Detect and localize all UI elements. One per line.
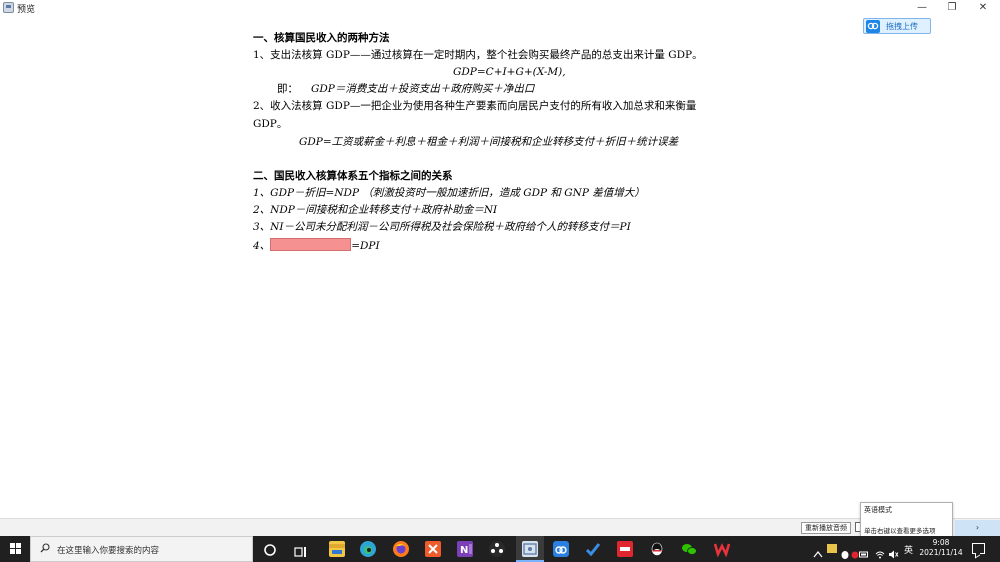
volume-icon[interactable] [889,544,899,559]
title-bar: 预览 — ❐ ✕ [0,0,1000,15]
relation-1: 1、GDP－折旧=NDP （刺激投资时一般加速折旧，造成 GDP 和 GNP 差… [253,187,645,199]
qq-icon[interactable] [649,541,665,557]
taskbar-search-box[interactable]: 在这里输入你要搜索的内容 [30,536,253,562]
item-income-method-cont: GDP。 [253,118,288,130]
wechat-icon[interactable] [681,541,697,557]
window-title: 预览 [17,5,36,15]
file-explorer-icon[interactable] [329,541,345,557]
clock-date: 2021/11/14 [919,548,963,557]
baidu-netdisk-icon[interactable] [553,541,569,557]
close-button[interactable]: ✕ [966,0,1000,15]
network-icon[interactable] [875,544,885,559]
upload-label: 拖拽上传 [886,22,918,31]
item-expenditure-method: 1、支出法核算 GDP——通过核算在一定时期内，整个社会购买最终产品的总支出来计… [253,49,703,61]
heading-five-indicators: 二、国民收入核算体系五个指标之间的关系 [253,170,453,182]
edge-icon[interactable] [360,541,376,557]
clock-time: 9:08 [932,538,950,547]
todo-icon[interactable] [585,541,601,557]
relation-4-prefix: 4、 [253,240,271,252]
relation-2: 2、NDP－间接税和企业转移支付＋政府补助金＝NI [253,204,498,216]
notification-icon[interactable] [972,543,985,554]
heading-income-methods: 一、核算国民收入的两种方法 [253,32,390,44]
next-button[interactable]: › [955,520,1000,536]
cloud-upload-icon [866,20,880,33]
firefox-icon[interactable] [393,541,409,557]
search-placeholder: 在这里输入你要搜索的内容 [57,546,160,556]
task-view-icon[interactable] [294,543,308,557]
answer-blank-box[interactable] [270,238,352,251]
relation-4: 4、 =DPI [253,238,380,253]
windows-start-icon[interactable] [10,543,22,555]
tray-qq-icon[interactable] [840,544,850,559]
formula-gdp-expenditure: GDP=C+I+G+(X-M), [453,66,566,78]
davinci-icon[interactable] [489,541,505,557]
drag-upload-button[interactable]: 拖拽上传 [863,18,931,34]
system-clock[interactable]: 9:08 2021/11/14 [918,538,964,558]
tray-app-icon[interactable] [827,544,837,553]
formula-prefix: 即： [277,83,298,95]
ime-mode-popup: 英语模式 单击右键以查看更多选项 [860,502,953,537]
preview-app-icon [3,2,14,13]
svg-text:N: N [460,545,468,556]
ime-hint-text: 单击右键以查看更多选项 [864,527,936,535]
taskbar: 在这里输入你要搜索的内容 N 英 9:08 2021/11/14 [0,536,1000,562]
formula-gdp-income: GDP=工资或薪金＋利息＋租金＋利润＋间接税和企业转移支付＋折旧＋统计误差 [299,136,679,148]
relation-3: 3、NI－公司未分配利润－公司所得税及社会保险税＋政府给个人的转移支付＝PI [253,221,631,233]
ime-mode-label: 英语模式 [864,506,892,514]
search-icon [40,543,50,553]
replay-audio-button[interactable]: 重新播放音频 [801,522,851,534]
battery-icon[interactable] [859,544,869,558]
relation-4-suffix: =DPI [351,240,380,252]
ime-language-indicator[interactable]: 英 [904,543,913,556]
xmind-icon[interactable] [425,541,441,557]
restore-button[interactable]: ❐ [935,0,969,15]
tray-chevron-icon[interactable] [813,544,823,558]
wps-icon[interactable] [713,541,731,558]
item-income-method: 2、收入法核算 GDP—一把企业为使用各种生产要素而向居民户支付的所有收入加总求… [253,100,697,112]
preview-app-taskbar-icon[interactable] [522,541,538,557]
cortana-icon[interactable] [263,542,277,556]
formula-gdp-detail: GDP＝消费支出＋投资支出＋政府购买＋净出口 [311,83,535,95]
youdao-icon[interactable] [617,541,633,557]
onenote-icon[interactable]: N [457,541,473,557]
minimize-button[interactable]: — [905,0,939,15]
